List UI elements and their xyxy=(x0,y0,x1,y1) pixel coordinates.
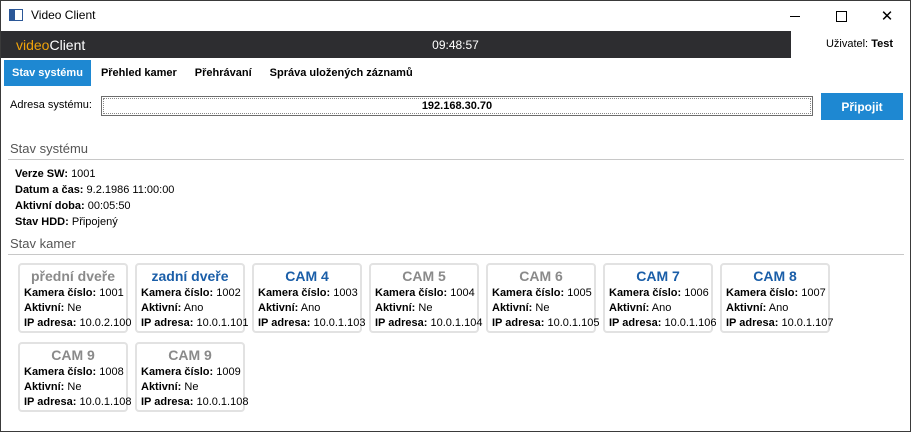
window-title: Video Client xyxy=(31,8,96,22)
maximize-icon xyxy=(835,10,847,22)
camera-card[interactable]: zadní dveře Kamera číslo: 1002 Aktivní: An… xyxy=(135,263,249,333)
camera-card[interactable]: CAM 6 Kamera číslo: 1005 Aktivní: Ne IP adr… xyxy=(486,263,600,333)
tab-camera-overview[interactable]: Přehled kamer xyxy=(93,60,185,86)
camera-name: zadní dveře xyxy=(151,268,229,284)
camera-name: CAM 4 xyxy=(285,268,329,284)
camera-number: Kamera číslo: 1007 xyxy=(726,287,826,299)
divider xyxy=(8,159,904,160)
camera-number: Kamera číslo: 1004 xyxy=(375,287,475,299)
camera-name: přední dveře xyxy=(30,268,116,284)
app-window: Video Client ✕ videoClient 09:48:57 Uživ… xyxy=(0,0,911,432)
camera-active: Aktivní: Ano xyxy=(726,302,789,314)
camera-number: Kamera číslo: 1005 xyxy=(492,287,592,299)
camera-card[interactable]: přední dveře Kamera číslo: 1001 Aktivní: N… xyxy=(18,263,132,333)
camera-active: Aktivní: Ano xyxy=(258,302,321,314)
camera-number: Kamera číslo: 1003 xyxy=(258,287,358,299)
camera-active: Aktivní: Ano xyxy=(609,302,672,314)
camera-active: Aktivní: Ne xyxy=(492,302,550,314)
info-row: Aktivní doba: 00:05:50 xyxy=(15,200,131,212)
maximize-button[interactable] xyxy=(818,1,864,31)
camera-number: Kamera číslo: 1008 xyxy=(24,366,124,378)
title-bar[interactable]: Video Client ✕ xyxy=(1,1,910,31)
camera-name: CAM 9 xyxy=(168,347,212,363)
address-input[interactable]: 192.168.30.70 xyxy=(101,96,813,116)
user-name: Test xyxy=(871,38,893,50)
close-button[interactable]: ✕ xyxy=(864,1,910,31)
camera-ip: IP adresa: 10.0.1.104 xyxy=(375,317,483,329)
user-info: Uživatel: Test xyxy=(825,38,893,50)
clock: 09:48:57 xyxy=(432,38,479,52)
minimize-button[interactable] xyxy=(772,1,818,31)
tab-system-status[interactable]: Stav systému xyxy=(4,60,91,86)
camera-ip: IP adresa: 10.0.1.106 xyxy=(609,317,717,329)
info-row: Datum a čas: 9.2.1986 11:00:00 xyxy=(15,184,175,196)
info-row: Stav HDD: Připojený xyxy=(15,216,118,228)
camera-active: Aktivní: Ne xyxy=(24,302,82,314)
camera-card[interactable]: CAM 4 Kamera číslo: 1003 Aktivní: Ano IP ad… xyxy=(252,263,366,333)
camera-ip: IP adresa: 10.0.1.101 xyxy=(141,317,249,329)
tab-bar: Stav systému Přehled kamer Přehrávaní Sp… xyxy=(4,60,423,86)
camera-active: Aktivní: Ne xyxy=(24,381,82,393)
camera-card[interactable]: CAM 9 Kamera číslo: 1009 Aktivní: Ne IP adr… xyxy=(135,342,249,412)
camera-number: Kamera číslo: 1006 xyxy=(609,287,709,299)
camera-name: CAM 5 xyxy=(402,268,446,284)
divider xyxy=(8,254,904,255)
tab-playback[interactable]: Přehrávaní xyxy=(187,60,260,86)
tab-recordings-management[interactable]: Správa uložených záznamů xyxy=(262,60,421,86)
system-status-heading: Stav systému xyxy=(10,141,89,156)
app-window-icon xyxy=(9,9,23,21)
camera-card[interactable]: CAM 8 Kamera číslo: 1007 Aktivní: Ano IP ad… xyxy=(720,263,834,333)
camera-card[interactable]: CAM 5 Kamera číslo: 1004 Aktivní: Ne IP adr… xyxy=(369,263,483,333)
camera-name: CAM 6 xyxy=(519,268,563,284)
camera-name: CAM 9 xyxy=(51,347,95,363)
camera-ip: IP adresa: 10.0.2.100 xyxy=(24,317,132,329)
camera-ip: IP adresa: 10.0.1.108 xyxy=(24,396,132,408)
system-info: Verze SW: 1001 Datum a čas: 9.2.1986 11:… xyxy=(15,166,174,230)
camera-ip: IP adresa: 10.0.1.103 xyxy=(258,317,366,329)
user-panel: Uživatel: Test xyxy=(791,31,910,58)
camera-name: CAM 7 xyxy=(636,268,680,284)
camera-ip: IP adresa: 10.0.1.108 xyxy=(141,396,249,408)
camera-active: Aktivní: Ano xyxy=(141,302,204,314)
camera-card[interactable]: CAM 9 Kamera číslo: 1008 Aktivní: Ne IP adr… xyxy=(18,342,132,412)
minimize-icon xyxy=(790,15,800,17)
app-header: videoClient 09:48:57 xyxy=(1,31,791,58)
camera-number: Kamera číslo: 1002 xyxy=(141,287,241,299)
camera-active: Aktivní: Ne xyxy=(141,381,199,393)
camera-active: Aktivní: Ne xyxy=(375,302,433,314)
close-icon: ✕ xyxy=(880,7,894,25)
camera-number: Kamera číslo: 1009 xyxy=(141,366,241,378)
connect-button[interactable]: Připojit xyxy=(821,93,903,120)
address-label: Adresa systému: xyxy=(10,99,92,111)
camera-name: CAM 8 xyxy=(753,268,797,284)
camera-number: Kamera číslo: 1001 xyxy=(24,287,124,299)
camera-ip: IP adresa: 10.0.1.105 xyxy=(492,317,600,329)
camera-ip: IP adresa: 10.0.1.107 xyxy=(726,317,834,329)
info-row: Verze SW: 1001 xyxy=(15,168,96,180)
camera-card[interactable]: CAM 7 Kamera číslo: 1006 Aktivní: Ano IP ad… xyxy=(603,263,717,333)
camera-status-heading: Stav kamer xyxy=(10,236,76,251)
